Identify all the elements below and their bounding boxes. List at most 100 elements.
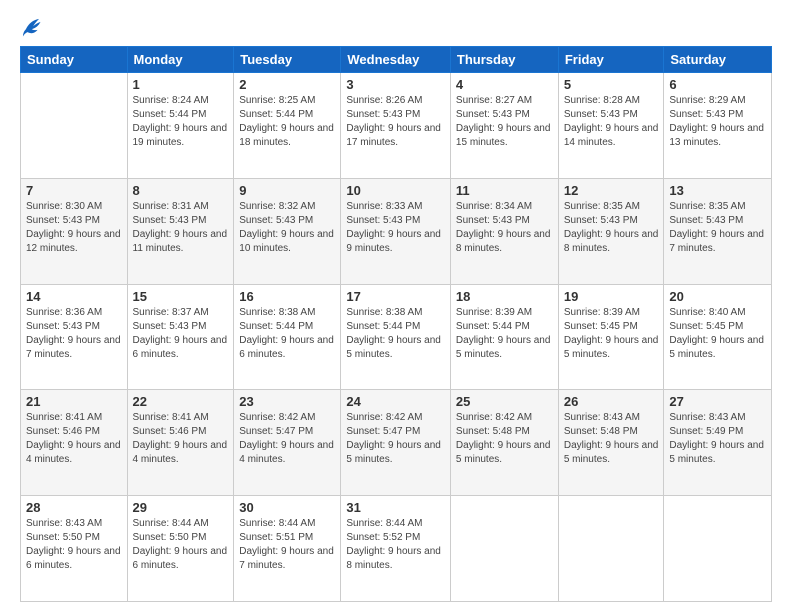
day-number: 4 [456, 77, 553, 92]
day-number: 24 [346, 394, 445, 409]
day-info: Sunrise: 8:25 AMSunset: 5:44 PMDaylight:… [239, 94, 335, 150]
calendar-cell: 18 Sunrise: 8:39 AMSunset: 5:44 PMDayligh… [450, 284, 558, 390]
day-number: 31 [346, 500, 445, 515]
day-info: Sunrise: 8:26 AMSunset: 5:43 PMDaylight:… [346, 94, 445, 150]
calendar-cell: 24 Sunrise: 8:42 AMSunset: 5:47 PMDayligh… [341, 390, 451, 496]
calendar-cell: 6Sunrise: 8:29 AMSunset: 5:43 PMDaylight… [664, 73, 772, 179]
day-info: Sunrise: 8:38 AMSunset: 5:44 PMDaylight:… [239, 306, 335, 362]
calendar-cell: 28 Sunrise: 8:43 AMSunset: 5:50 PMDayligh… [21, 496, 128, 602]
day-number: 3 [346, 77, 445, 92]
calendar-day-header: Tuesday [234, 47, 341, 73]
day-info: Sunrise: 8:39 AMSunset: 5:44 PMDaylight:… [456, 306, 553, 362]
day-info: Sunrise: 8:38 AMSunset: 5:44 PMDaylight:… [346, 306, 445, 362]
calendar-cell: 26 Sunrise: 8:43 AMSunset: 5:48 PMDayligh… [558, 390, 664, 496]
day-number: 1 [133, 77, 229, 92]
day-number: 28 [26, 500, 122, 515]
day-info: Sunrise: 8:28 AMSunset: 5:43 PMDaylight:… [564, 94, 659, 150]
day-info: Sunrise: 8:27 AMSunset: 5:43 PMDaylight:… [456, 94, 553, 150]
day-info: Sunrise: 8:34 AMSunset: 5:43 PMDaylight:… [456, 200, 553, 256]
day-info: Sunrise: 8:35 AMSunset: 5:43 PMDaylight:… [669, 200, 766, 256]
calendar-day-header: Friday [558, 47, 664, 73]
day-info: Sunrise: 8:42 AMSunset: 5:48 PMDaylight:… [456, 411, 553, 467]
day-number: 13 [669, 183, 766, 198]
calendar-week-row: 21 Sunrise: 8:41 AMSunset: 5:46 PMDayligh… [21, 390, 772, 496]
calendar-cell: 20 Sunrise: 8:40 AMSunset: 5:45 PMDayligh… [664, 284, 772, 390]
day-number: 5 [564, 77, 659, 92]
calendar-cell [450, 496, 558, 602]
day-number: 22 [133, 394, 229, 409]
day-info: Sunrise: 8:40 AMSunset: 5:45 PMDaylight:… [669, 306, 766, 362]
day-info: Sunrise: 8:43 AMSunset: 5:50 PMDaylight:… [26, 517, 122, 573]
calendar-cell: 2 Sunrise: 8:25 AMSunset: 5:44 PMDaylight… [234, 73, 341, 179]
day-number: 20 [669, 289, 766, 304]
day-number: 25 [456, 394, 553, 409]
day-number: 7 [26, 183, 122, 198]
calendar-day-header: Thursday [450, 47, 558, 73]
day-info: Sunrise: 8:24 AMSunset: 5:44 PMDaylight:… [133, 94, 229, 150]
calendar-cell: 8 Sunrise: 8:31 AMSunset: 5:43 PMDaylight… [127, 178, 234, 284]
day-number: 26 [564, 394, 659, 409]
logo [20, 16, 46, 38]
calendar-cell: 17 Sunrise: 8:38 AMSunset: 5:44 PMDayligh… [341, 284, 451, 390]
calendar-cell: 13 Sunrise: 8:35 AMSunset: 5:43 PMDayligh… [664, 178, 772, 284]
calendar-day-header: Saturday [664, 47, 772, 73]
calendar-cell: 31 Sunrise: 8:44 AMSunset: 5:52 PMDayligh… [341, 496, 451, 602]
day-number: 19 [564, 289, 659, 304]
calendar-cell: 12 Sunrise: 8:35 AMSunset: 5:43 PMDayligh… [558, 178, 664, 284]
day-info: Sunrise: 8:37 AMSunset: 5:43 PMDaylight:… [133, 306, 229, 362]
day-info: Sunrise: 8:35 AMSunset: 5:43 PMDaylight:… [564, 200, 659, 256]
calendar-cell: 1 Sunrise: 8:24 AMSunset: 5:44 PMDaylight… [127, 73, 234, 179]
day-number: 29 [133, 500, 229, 515]
calendar-cell: 19 Sunrise: 8:39 AMSunset: 5:45 PMDayligh… [558, 284, 664, 390]
day-number: 27 [669, 394, 766, 409]
calendar-cell [21, 73, 128, 179]
header [20, 16, 772, 38]
calendar-cell: 10 Sunrise: 8:33 AMSunset: 5:43 PMDayligh… [341, 178, 451, 284]
calendar-cell: 4 Sunrise: 8:27 AMSunset: 5:43 PMDaylight… [450, 73, 558, 179]
page: SundayMondayTuesdayWednesdayThursdayFrid… [0, 0, 792, 612]
day-info: Sunrise: 8:41 AMSunset: 5:46 PMDaylight:… [26, 411, 122, 467]
day-number: 18 [456, 289, 553, 304]
calendar-cell: 15 Sunrise: 8:37 AMSunset: 5:43 PMDayligh… [127, 284, 234, 390]
calendar-day-header: Monday [127, 47, 234, 73]
day-number: 16 [239, 289, 335, 304]
day-number: 21 [26, 394, 122, 409]
day-info: Sunrise: 8:42 AMSunset: 5:47 PMDaylight:… [346, 411, 445, 467]
day-info: Sunrise: 8:33 AMSunset: 5:43 PMDaylight:… [346, 200, 445, 256]
calendar-cell: 22 Sunrise: 8:41 AMSunset: 5:46 PMDayligh… [127, 390, 234, 496]
day-number: 17 [346, 289, 445, 304]
day-info: Sunrise: 8:39 AMSunset: 5:45 PMDaylight:… [564, 306, 659, 362]
day-number: 9 [239, 183, 335, 198]
day-number: 23 [239, 394, 335, 409]
day-info: Sunrise: 8:43 AMSunset: 5:48 PMDaylight:… [564, 411, 659, 467]
day-info: Sunrise: 8:31 AMSunset: 5:43 PMDaylight:… [133, 200, 229, 256]
calendar-table: SundayMondayTuesdayWednesdayThursdayFrid… [20, 46, 772, 602]
calendar-week-row: 1 Sunrise: 8:24 AMSunset: 5:44 PMDaylight… [21, 73, 772, 179]
day-info: Sunrise: 8:41 AMSunset: 5:46 PMDaylight:… [133, 411, 229, 467]
calendar-cell: 14Sunrise: 8:36 AMSunset: 5:43 PMDayligh… [21, 284, 128, 390]
calendar-cell: 7 Sunrise: 8:30 AMSunset: 5:43 PMDaylight… [21, 178, 128, 284]
day-info: Sunrise: 8:32 AMSunset: 5:43 PMDaylight:… [239, 200, 335, 256]
day-info: Sunrise: 8:30 AMSunset: 5:43 PMDaylight:… [26, 200, 122, 256]
calendar-cell: 3 Sunrise: 8:26 AMSunset: 5:43 PMDaylight… [341, 73, 451, 179]
day-info: Sunrise: 8:42 AMSunset: 5:47 PMDaylight:… [239, 411, 335, 467]
day-info: Sunrise: 8:44 AMSunset: 5:51 PMDaylight:… [239, 517, 335, 573]
day-number: 10 [346, 183, 445, 198]
day-number: 2 [239, 77, 335, 92]
day-number: 14 [26, 289, 122, 304]
day-number: 8 [133, 183, 229, 198]
day-info: Sunrise: 8:44 AMSunset: 5:52 PMDaylight:… [346, 517, 445, 573]
calendar-cell: 5 Sunrise: 8:28 AMSunset: 5:43 PMDaylight… [558, 73, 664, 179]
calendar-week-row: 14Sunrise: 8:36 AMSunset: 5:43 PMDayligh… [21, 284, 772, 390]
calendar-cell: 23 Sunrise: 8:42 AMSunset: 5:47 PMDayligh… [234, 390, 341, 496]
calendar-cell: 25 Sunrise: 8:42 AMSunset: 5:48 PMDayligh… [450, 390, 558, 496]
calendar-day-header: Sunday [21, 47, 128, 73]
logo-bird-icon [20, 16, 42, 38]
day-info: Sunrise: 8:44 AMSunset: 5:50 PMDaylight:… [133, 517, 229, 573]
day-number: 6 [669, 77, 766, 92]
calendar-cell: 11Sunrise: 8:34 AMSunset: 5:43 PMDayligh… [450, 178, 558, 284]
day-info: Sunrise: 8:43 AMSunset: 5:49 PMDaylight:… [669, 411, 766, 467]
calendar-cell: 29 Sunrise: 8:44 AMSunset: 5:50 PMDayligh… [127, 496, 234, 602]
day-number: 12 [564, 183, 659, 198]
day-number: 15 [133, 289, 229, 304]
